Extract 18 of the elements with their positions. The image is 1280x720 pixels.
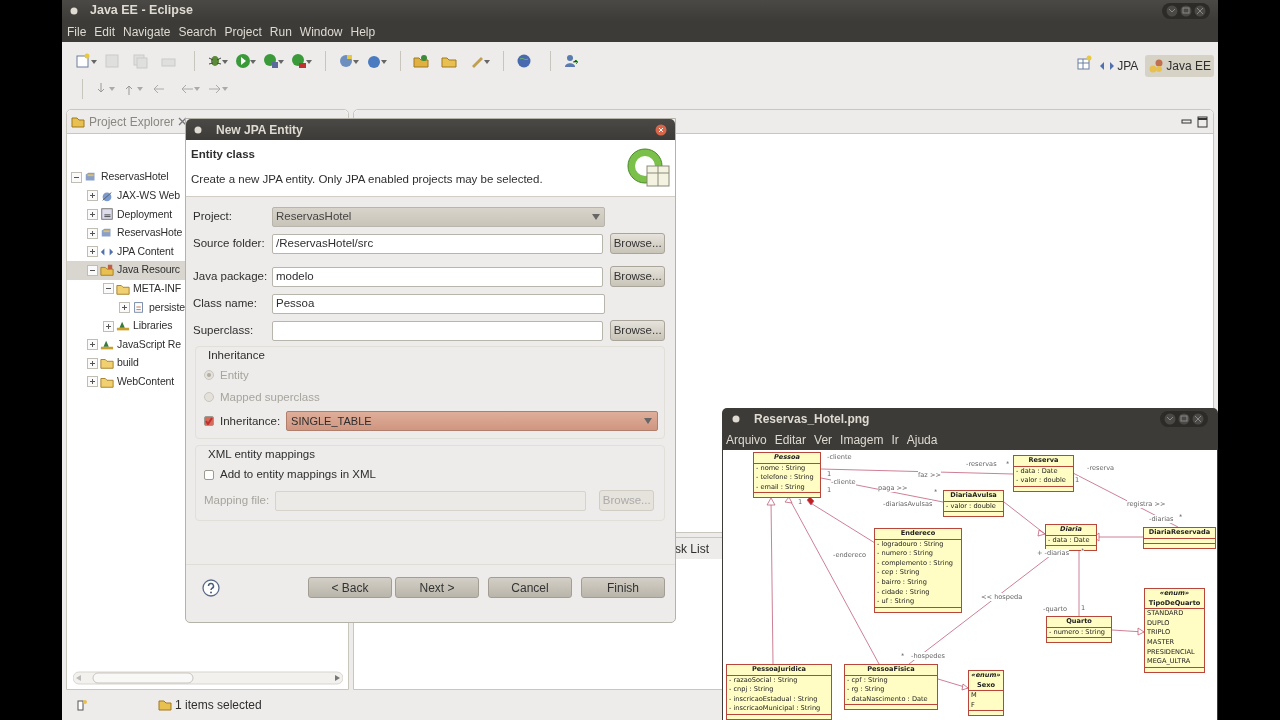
radio-label: Mapped superclass [220, 389, 320, 405]
field-label: Java package: [193, 268, 269, 284]
radio-label: Entity [220, 367, 249, 383]
wizard-description: Create a new JPA entity. Only JPA enabled projects may be selected. [191, 172, 543, 188]
status-text: 1 items selected [175, 697, 262, 714]
window-title: Java EE - Eclipse [90, 2, 193, 20]
dialog-title: New JPA Entity [216, 121, 303, 139]
checkbox-label: Inheritance: [220, 413, 281, 429]
wizard-heading: Entity class [191, 147, 256, 162]
field-label: Class name: [193, 295, 258, 311]
field-label: Mapping file: [204, 492, 270, 508]
window-title: Reservas_Hotel.png [754, 411, 870, 428]
checkbox-label: Add to entity mappings in XML [220, 466, 376, 482]
field-label: Source folder: [193, 235, 266, 251]
field-label: Project: [193, 208, 233, 224]
field-label: Superclass: [193, 322, 255, 338]
group-title: XML entity mappings [208, 447, 316, 463]
group-title: Inheritance [208, 348, 266, 363]
